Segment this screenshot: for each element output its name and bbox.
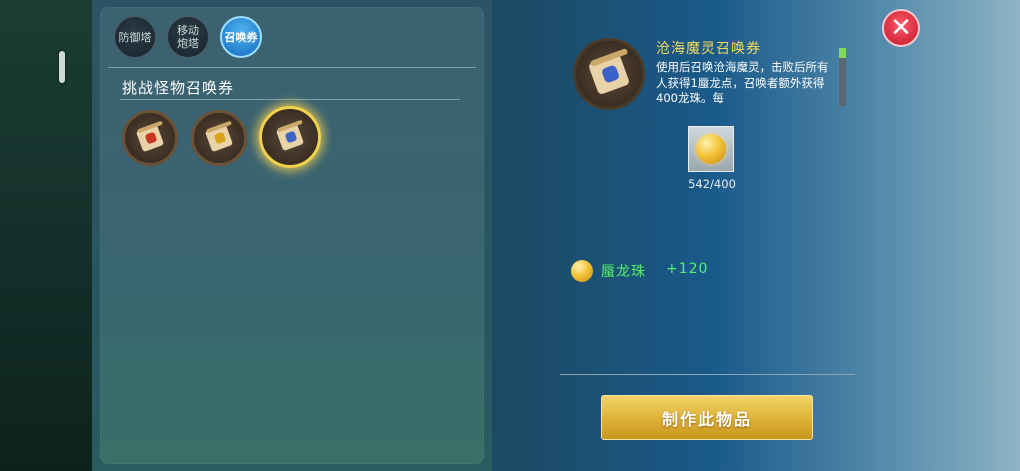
drawer-handle[interactable] xyxy=(59,51,65,83)
summon-scroll-red-icon xyxy=(135,120,165,153)
craft-button-label: 制作此物品 xyxy=(661,409,752,429)
craft-item-button[interactable]: 制作此物品 xyxy=(601,395,813,440)
category-panel xyxy=(100,7,484,464)
ingredient-count: 542/400 xyxy=(688,177,736,191)
selected-item-icon xyxy=(573,38,645,110)
summon-scroll-blue-icon xyxy=(587,48,632,97)
summon-item-2[interactable] xyxy=(191,110,247,166)
tab-mobile-turret[interactable]: 移动炮塔 xyxy=(167,16,209,58)
summon-scroll-blue-icon xyxy=(275,119,305,152)
action-divider xyxy=(560,374,855,375)
reward-name: 蜃龙珠 xyxy=(601,264,646,280)
section-divider xyxy=(120,99,460,100)
dragon-pearl-icon xyxy=(571,260,593,282)
close-button[interactable]: ✕ xyxy=(882,9,920,47)
description-scroll-thumb[interactable] xyxy=(839,48,846,58)
dragon-pearl-icon xyxy=(696,134,726,164)
item-title: 沧海魔灵召唤券 xyxy=(656,41,761,57)
left-strip xyxy=(0,0,92,471)
tab-label: 移动炮塔 xyxy=(177,24,199,50)
summon-item-3[interactable] xyxy=(259,106,321,168)
tabs-divider xyxy=(108,67,476,68)
summon-scroll-gold-icon xyxy=(204,120,234,153)
close-icon: ✕ xyxy=(890,13,912,43)
tab-label: 防御塔 xyxy=(118,30,152,44)
summon-item-1[interactable] xyxy=(122,110,178,166)
tab-summon-ticket[interactable]: 召唤券 xyxy=(220,16,262,58)
tab-defense-tower[interactable]: 防御塔 xyxy=(114,16,156,58)
ingredient-slot[interactable] xyxy=(688,126,734,172)
section-title: 挑战怪物召唤券 xyxy=(122,79,235,97)
item-description: 使用后召唤沧海魔灵，击败后所有人获得1蜃龙点，召唤者额外获得400龙珠。每 xyxy=(656,60,829,105)
reward-amount: +120 xyxy=(666,261,709,277)
tab-label: 召唤券 xyxy=(224,30,258,44)
